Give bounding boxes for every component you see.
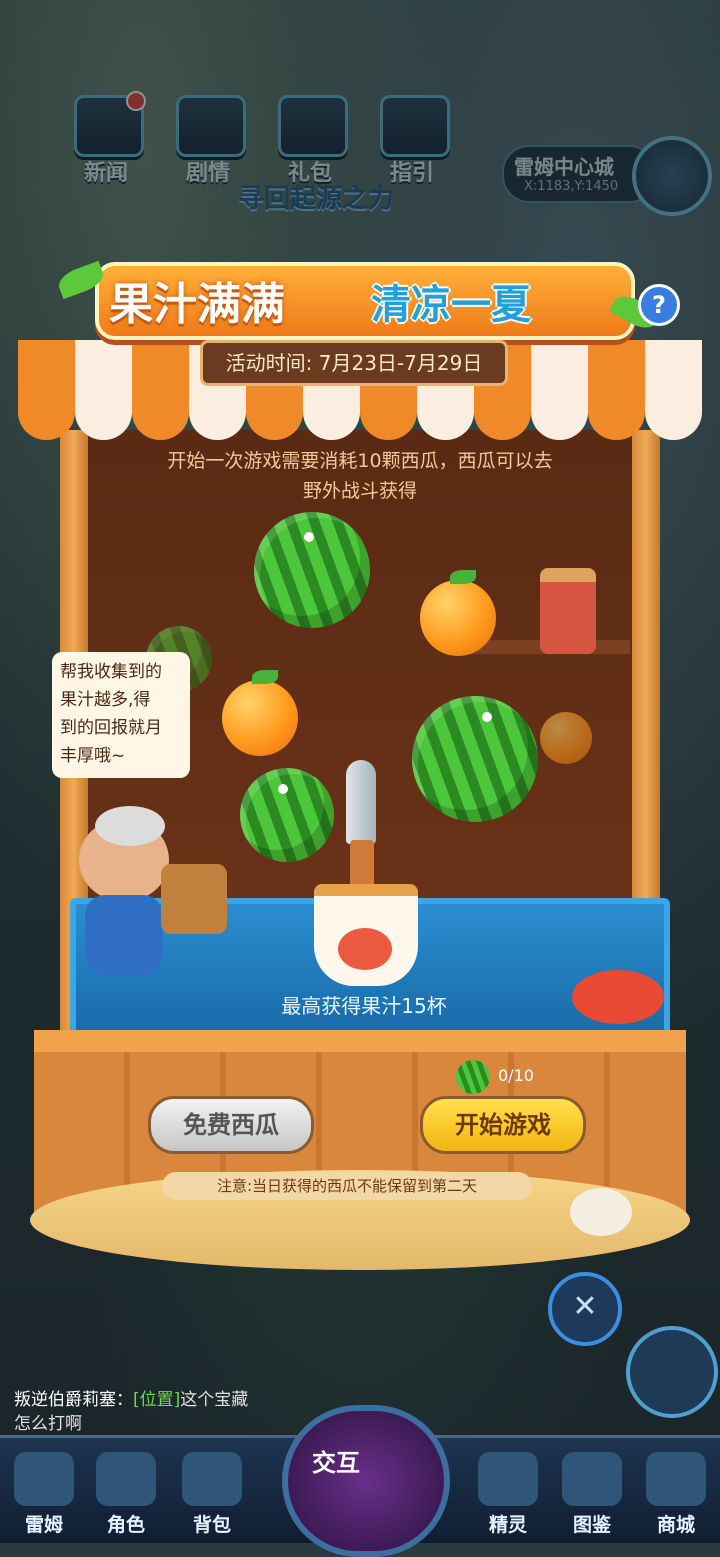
bubble-line-3: 到的回报就月 [60,718,162,738]
nav-atlas[interactable]: 图鉴 [552,1452,632,1540]
close-icon[interactable]: ✕ [548,1272,622,1346]
event-info: 开始一次游戏需要消耗10颗西瓜，西瓜可以去 野外战斗获得 [120,446,600,506]
watermelon-small-icon [456,1060,490,1094]
role-icon [96,1452,156,1506]
event-title-part2: 清凉一夏 [371,282,531,328]
watermelon-icon [240,768,334,862]
chat-text-2: 怎么打啊 [14,1414,82,1434]
watermelon-count: 0/10 [498,1066,534,1085]
event-date: 活动时间: 7月23日-7月29日 [200,340,508,386]
juice-cup-icon [314,884,418,986]
mascot-character [55,800,227,1030]
atlas-icon [562,1452,622,1506]
orange-icon [540,712,592,764]
bubble-line-1: 帮我收集到的 [60,662,162,682]
leimu-icon [14,1452,74,1506]
orange-icon [222,670,298,756]
bubble-line-2: 果汁越多,得 [60,690,151,710]
nav-spirit[interactable]: 精灵 [468,1452,548,1540]
nav-role[interactable]: 角色 [86,1452,166,1540]
knife-icon [344,760,380,890]
minimap-button[interactable] [626,1326,718,1418]
event-title-part1: 果汁满满 [109,279,285,330]
info-line-2: 野外战斗获得 [302,480,417,502]
jam-jar-icon [540,568,596,654]
interact-button[interactable]: 交互 [282,1405,450,1557]
free-watermelon-button[interactable]: 免费西瓜 [148,1096,314,1154]
start-game-button[interactable]: 开始游戏 [420,1096,586,1154]
bubble-line-4: 丰厚哦~ [60,746,126,766]
bag-icon [182,1452,242,1506]
speech-bubble: 帮我收集到的 果汁越多,得 到的回报就月 丰厚哦~ [52,652,190,778]
interact-label: 交互 [312,1449,360,1477]
nav-label: 雷姆 [24,1514,63,1536]
spirit-icon [478,1452,538,1506]
nav-label: 精灵 [488,1514,527,1536]
watermelon-icon [412,696,538,822]
crab-icon [572,970,664,1024]
nav-label: 角色 [106,1514,145,1536]
nav-label: 图鉴 [572,1514,611,1536]
nav-shop[interactable]: 商城 [636,1452,716,1540]
nav-label: 背包 [192,1514,231,1536]
event-title-sign: 果汁满满 清凉一夏 [95,262,635,340]
coconut-drink-icon [570,1188,632,1236]
nav-bag[interactable]: 背包 [172,1452,252,1540]
chat-text: 这个宝藏 [180,1390,249,1410]
chat-sender: 叛逆伯爵莉塞： [14,1390,133,1410]
orange-icon [420,570,496,656]
shop-icon [646,1452,706,1506]
max-juice-label: 最高获得果汁15杯 [281,994,447,1018]
nav-leimu[interactable]: 雷姆 [4,1452,84,1540]
event-note: 注意:当日获得的西瓜不能保留到第二天 [162,1172,532,1200]
help-icon[interactable]: ? [638,284,680,326]
info-line-1: 开始一次游戏需要消耗10颗西瓜，西瓜可以去 [167,450,553,472]
watermelon-icon [254,512,370,628]
nav-label: 商城 [656,1514,695,1536]
chat-position-tag: [位置] [133,1390,181,1410]
